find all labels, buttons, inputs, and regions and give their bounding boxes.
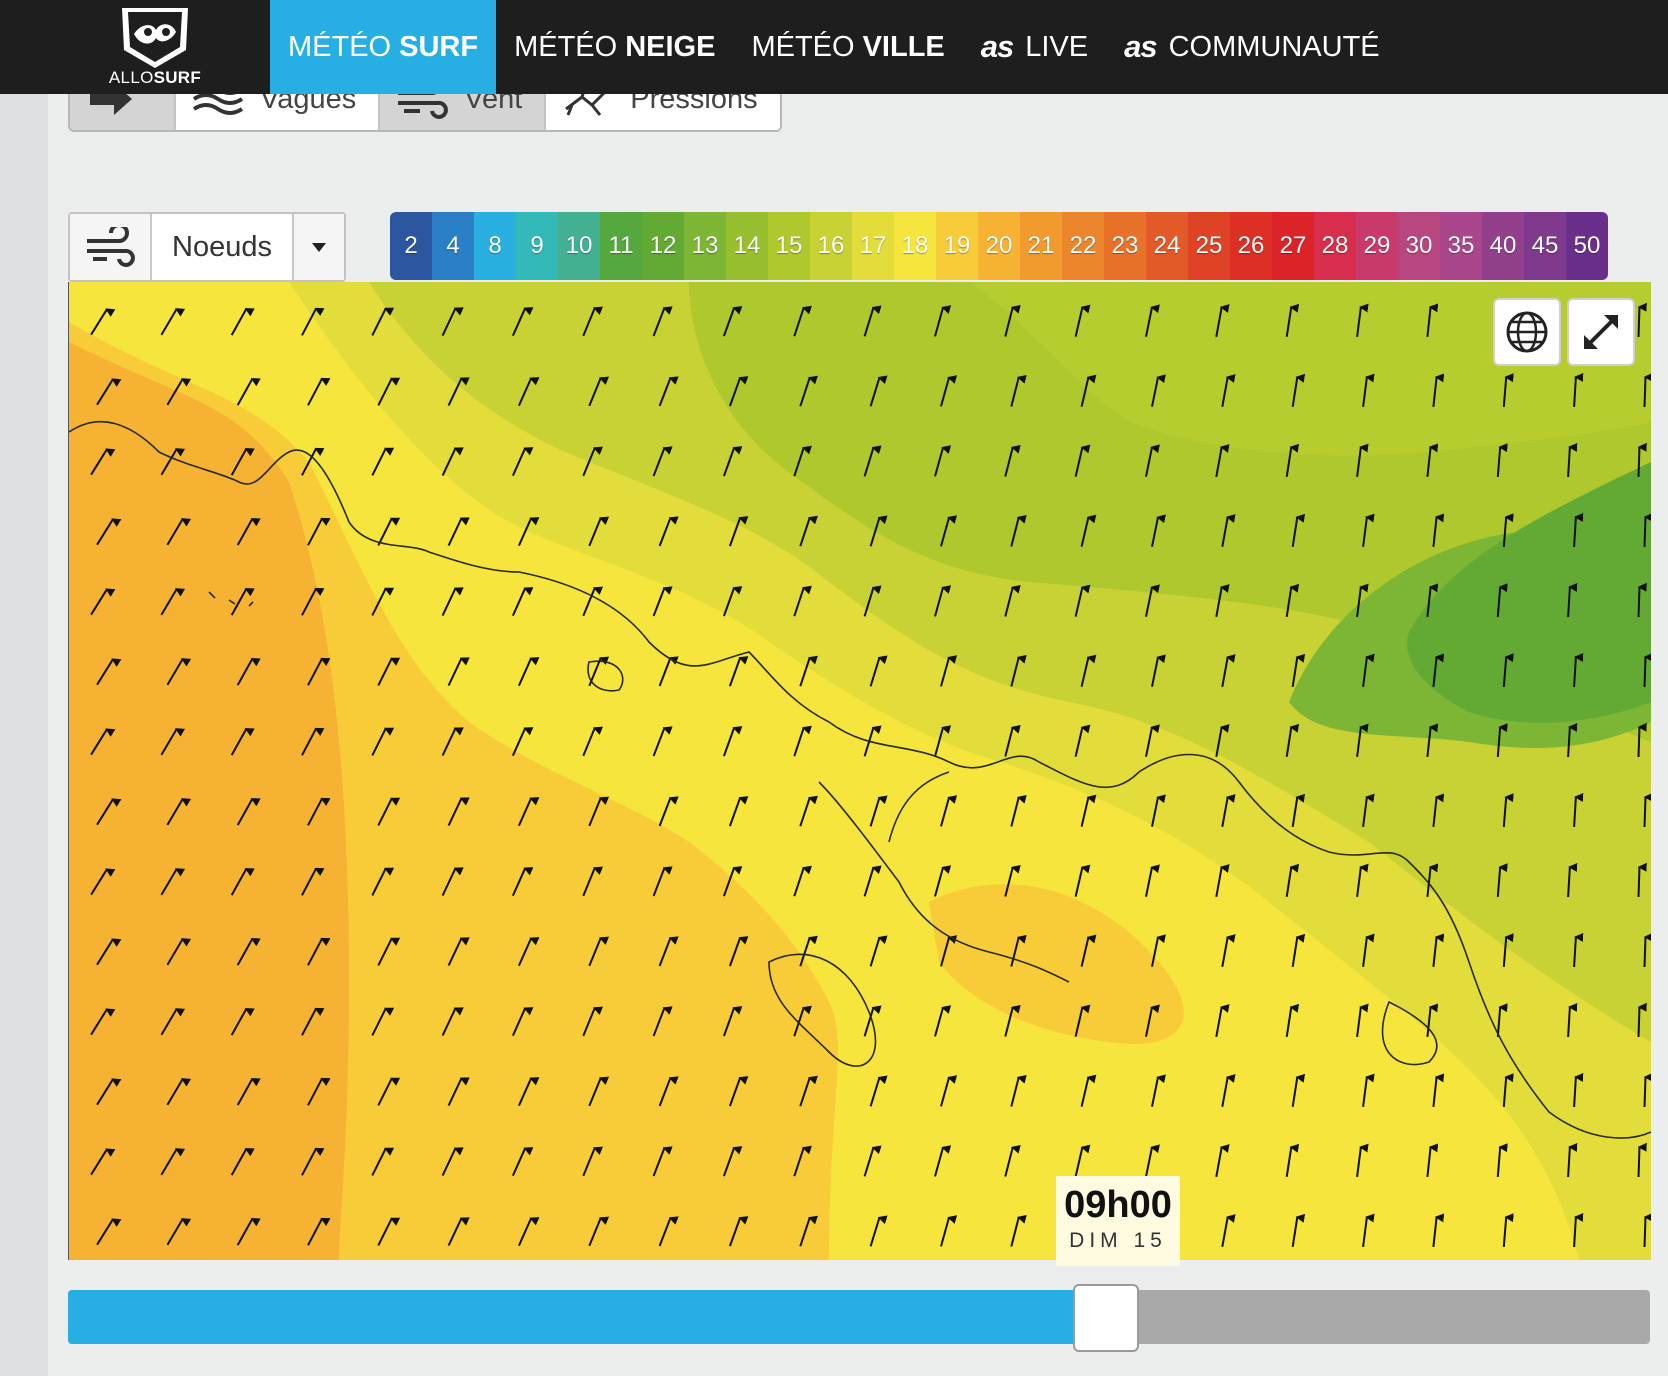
wind-arrow xyxy=(1637,302,1647,338)
wind-map[interactable] xyxy=(68,282,1651,1260)
nav-as-live[interactable]: as LIVE xyxy=(963,0,1106,94)
forecast-day: DIM 15 xyxy=(1069,1229,1167,1252)
caret-down-icon xyxy=(312,243,326,252)
as-logo-mark: as xyxy=(1124,29,1157,64)
legend-cell: 28 xyxy=(1314,212,1356,280)
legend-cell: 4 xyxy=(432,212,474,280)
legend-cell: 9 xyxy=(516,212,558,280)
nav-meteo-neige[interactable]: MÉTÉO NEIGE xyxy=(496,0,733,94)
nav-meteo-ville[interactable]: MÉTÉO VILLE xyxy=(733,0,962,94)
wind-arrow xyxy=(1637,582,1647,618)
legend-cell: 11 xyxy=(600,212,642,280)
wind-arrow xyxy=(1637,1002,1647,1038)
legend-cell: 17 xyxy=(852,212,894,280)
time-slider-handle[interactable] xyxy=(1072,1284,1139,1352)
legend-cell: 8 xyxy=(474,212,516,280)
time-slider[interactable] xyxy=(68,1284,1650,1352)
forecast-time-label: 09h00 DIM 15 xyxy=(1056,1176,1180,1266)
globe-icon xyxy=(1506,311,1548,353)
legend-cell: 27 xyxy=(1272,212,1314,280)
wind-arrow xyxy=(1643,792,1651,828)
legend-cell: 30 xyxy=(1398,212,1440,280)
wind-arrow xyxy=(1643,932,1651,968)
unit-value[interactable]: Noeuds xyxy=(152,214,294,280)
wind-icon xyxy=(87,227,135,267)
wind-arrow xyxy=(1637,1142,1647,1178)
legend-cell: 50 xyxy=(1566,212,1608,280)
wind-arrow xyxy=(1637,862,1647,898)
forecast-time: 09h00 xyxy=(1064,1184,1172,1226)
legend-cell: 19 xyxy=(936,212,978,280)
fullscreen-button[interactable] xyxy=(1567,298,1635,366)
legend-cell: 40 xyxy=(1482,212,1524,280)
legend-cell: 13 xyxy=(684,212,726,280)
legend-cell: 24 xyxy=(1146,212,1188,280)
legend-cell: 2 xyxy=(390,212,432,280)
wind-arrow xyxy=(1643,1072,1651,1108)
unit-dropdown-button[interactable] xyxy=(294,214,344,280)
legend-cell: 12 xyxy=(642,212,684,280)
expand-icon xyxy=(1584,315,1618,349)
legend-cell: 14 xyxy=(726,212,768,280)
legend-cell: 23 xyxy=(1104,212,1146,280)
legend-cell: 29 xyxy=(1356,212,1398,280)
wind-field xyxy=(69,282,1651,1260)
wind-arrow xyxy=(1643,652,1651,688)
top-navbar: ALLOSURF MÉTÉO SURF MÉTÉO NEIGE MÉTÉO VILLE… xyxy=(0,0,1668,94)
logo-badge-icon xyxy=(122,8,188,68)
nav-meteo-surf[interactable]: MÉTÉO SURF xyxy=(270,0,497,94)
legend-cell: 26 xyxy=(1230,212,1272,280)
wind-arrow xyxy=(1637,442,1647,478)
left-gutter xyxy=(0,94,48,1376)
unit-selector: Noeuds xyxy=(68,212,346,282)
legend-cell: 16 xyxy=(810,212,852,280)
wind-arrow xyxy=(1643,1212,1651,1248)
legend-cell: 25 xyxy=(1188,212,1230,280)
wind-arrow xyxy=(1643,372,1651,408)
legend-cell: 20 xyxy=(978,212,1020,280)
nav-as-communaute[interactable]: as COMMUNAUTÉ xyxy=(1106,0,1398,94)
time-slider-progress xyxy=(68,1290,1106,1344)
legend-cell: 21 xyxy=(1020,212,1062,280)
wind-arrow xyxy=(1637,722,1647,758)
legend-cell: 18 xyxy=(894,212,936,280)
globe-button[interactable] xyxy=(1493,298,1561,366)
wind-arrow xyxy=(1643,512,1651,548)
allosurf-logo[interactable]: ALLOSURF xyxy=(100,2,210,90)
legend-cell: 15 xyxy=(768,212,810,280)
legend-cell: 22 xyxy=(1062,212,1104,280)
wind-speed-legend: 2 4 8 9 10 11 12 13 14 15 16 17 18 19 20 21 22 23 24 25 26 27… xyxy=(390,212,1608,280)
main-nav: MÉTÉO SURF MÉTÉO NEIGE MÉTÉO VILLE as LIVE a… xyxy=(270,0,1398,94)
wind-unit-icon xyxy=(70,214,152,280)
legend-cell: 35 xyxy=(1440,212,1482,280)
legend-cell: 10 xyxy=(558,212,600,280)
logo-text: ALLOSURF xyxy=(108,68,202,87)
legend-cell: 45 xyxy=(1524,212,1566,280)
as-logo-mark: as xyxy=(980,29,1014,64)
